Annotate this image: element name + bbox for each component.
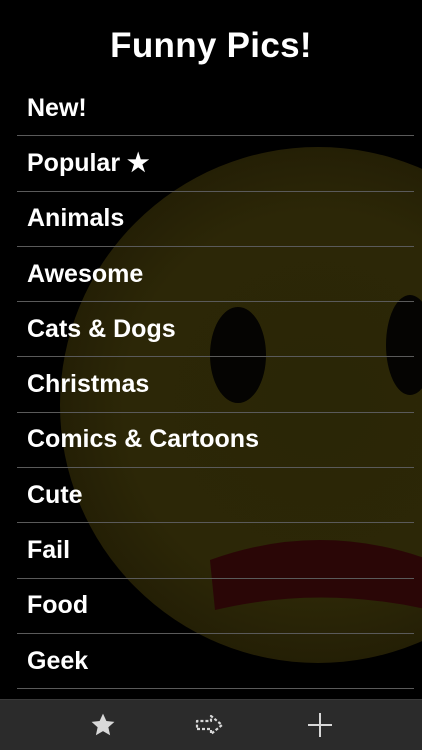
bottom-toolbar xyxy=(0,699,422,750)
plus-icon xyxy=(308,713,332,737)
share-tab-button[interactable] xyxy=(180,700,240,750)
category-item-animals[interactable]: Animals xyxy=(17,192,414,247)
favorites-tab-button[interactable] xyxy=(73,700,133,750)
category-item-food[interactable]: Food xyxy=(17,579,414,634)
category-item-new[interactable]: New! xyxy=(17,81,414,137)
category-item-cute[interactable]: Cute xyxy=(17,468,414,524)
category-item-geek[interactable]: Geek xyxy=(17,634,414,690)
share-arrow-icon xyxy=(195,714,224,736)
category-list: New! Popular ★ Animals Awesome Cats & Do… xyxy=(17,81,414,690)
category-item-fail[interactable]: Fail xyxy=(17,523,414,579)
star-icon xyxy=(91,713,115,736)
category-item-awesome[interactable]: Awesome xyxy=(17,247,414,303)
page-title: Funny Pics! xyxy=(110,26,312,65)
category-item-christmas[interactable]: Christmas xyxy=(17,357,414,413)
category-item-cats-dogs[interactable]: Cats & Dogs xyxy=(17,302,414,358)
add-tab-button[interactable] xyxy=(290,700,350,750)
category-item-comics-cartoons[interactable]: Comics & Cartoons xyxy=(17,413,414,469)
app-screen: Funny Pics! New! Popular ★ Animals Aweso… xyxy=(0,0,422,750)
category-item-popular[interactable]: Popular ★ xyxy=(17,136,414,192)
